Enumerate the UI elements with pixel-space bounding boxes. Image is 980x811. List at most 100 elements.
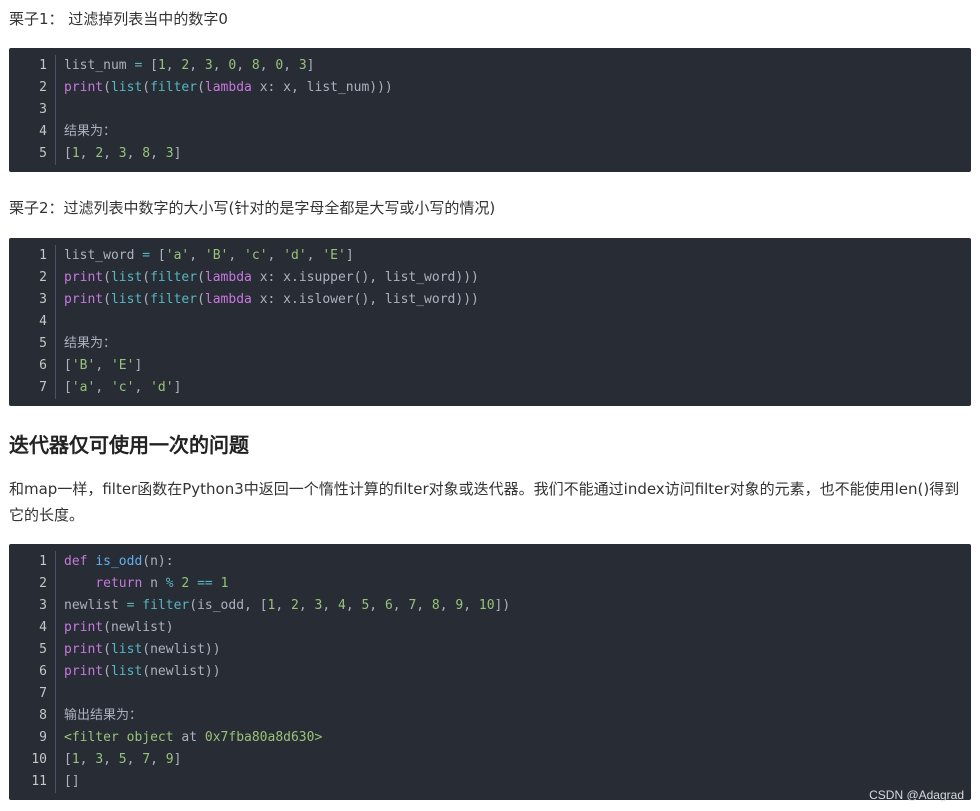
code-token: 'E'	[110, 358, 135, 373]
code-line: 3 newlist = filter(is_odd, [1, 2, 3, 4, 5…	[9, 595, 971, 617]
line-number: 7	[9, 683, 56, 705]
line-number: 5	[9, 639, 56, 661]
code-text: print(list(newlist))	[56, 661, 221, 683]
code-token: 10	[478, 598, 495, 613]
code-line: 7 ['a', 'c', 'd']	[9, 377, 971, 399]
code-token: list_num	[64, 58, 135, 73]
line-number: 8	[9, 705, 56, 727]
code-token: 'c'	[244, 248, 268, 263]
code-token: ,	[275, 598, 292, 613]
code-line: 4 结果为：	[9, 121, 971, 143]
code-token: ,	[298, 598, 315, 613]
code-token: (newlist)	[103, 620, 174, 635]
code-token: (	[197, 80, 205, 95]
code-token: print	[64, 270, 104, 285]
code-line: 4	[9, 311, 971, 333]
code-block-example2: 1 list_word = ['a', 'B', 'c', 'd', 'E'] 2 p…	[9, 238, 971, 406]
code-line: 1 list_num = [1, 2, 3, 0, 8, 0, 3]	[9, 55, 971, 77]
code-token: <filter object	[64, 730, 182, 745]
code-token: ]	[173, 146, 182, 161]
code-text: print(newlist)	[56, 617, 174, 639]
line-number: 3	[9, 595, 56, 617]
code-token: ,	[189, 58, 205, 73]
code-text: list_word = ['a', 'B', 'c', 'd', 'E']	[56, 245, 354, 267]
code-text: ['B', 'E']	[56, 355, 142, 377]
code-line: 10 [1, 3, 5, 7, 9]	[9, 749, 971, 771]
code-token: 7	[142, 752, 151, 767]
code-token: (	[197, 270, 205, 285]
code-token: 结果为：	[64, 124, 117, 139]
code-token: ,	[463, 598, 479, 613]
code-token: [	[150, 248, 166, 263]
code-line: 8 输出结果为：	[9, 705, 971, 727]
code-token: ,	[150, 752, 166, 767]
code-token: n	[142, 576, 166, 591]
code-token: 6	[384, 598, 393, 613]
line-number: 1	[9, 55, 56, 77]
code-token: 5	[118, 752, 127, 767]
line-number: 6	[9, 355, 56, 377]
code-token: (	[103, 270, 111, 285]
code-token: 3	[204, 58, 213, 73]
code-token: (	[142, 270, 151, 285]
line-number: 4	[9, 617, 56, 639]
code-token: ,	[439, 598, 456, 613]
code-token: list	[110, 642, 143, 657]
code-token: ,	[103, 752, 119, 767]
code-token: %	[165, 576, 174, 591]
code-token: def	[64, 554, 88, 569]
code-token: [	[64, 380, 72, 395]
code-token: 'a'	[165, 248, 190, 263]
code-text: print(list(filter(lambda x: x, list_num)…	[56, 77, 393, 99]
code-line: 5 print(list(newlist))	[9, 639, 971, 661]
code-token: ,	[134, 380, 151, 395]
line-number: 2	[9, 77, 56, 99]
code-token: ]	[345, 248, 354, 263]
code-token: lambda	[204, 270, 252, 285]
line-number: 3	[9, 99, 56, 121]
code-token: (	[103, 80, 111, 95]
line-number: 3	[9, 289, 56, 311]
section-heading: 迭代器仅可使用一次的问题	[9, 433, 249, 457]
code-token: print	[64, 292, 104, 307]
code-token: ]	[173, 752, 182, 767]
code-token: (	[103, 292, 111, 307]
code-token: 3	[165, 146, 174, 161]
code-token: 1	[157, 58, 166, 73]
code-token: return	[95, 576, 143, 591]
code-line: 9 <filter object at 0x7fba80a8d630>	[9, 727, 971, 749]
example1-title: 栗子1： 过滤掉列表当中的数字0	[9, 10, 228, 28]
code-text: return n % 2 == 1	[56, 573, 228, 595]
code-token: [	[64, 752, 72, 767]
example2-title: 栗子2：过滤列表中数字的大小写(针对的是字母全都是大写或小写的情况)	[9, 199, 496, 217]
line-number: 5	[9, 143, 56, 165]
line-number: 1	[9, 245, 56, 267]
line-number: 2	[9, 573, 56, 595]
code-token: (newlist))	[142, 664, 221, 679]
code-token: filter	[150, 292, 198, 307]
code-token: ,	[103, 146, 119, 161]
code-token: print	[64, 642, 104, 657]
code-token: ,	[150, 146, 166, 161]
code-text: []	[56, 771, 80, 793]
code-block-example3: 1 def is_odd(n): 2 return n % 2 == 1 3 newli…	[9, 544, 971, 800]
section-paragraph: 和map一样，filter函数在Python3中返回一个惰性计算的filter对…	[9, 480, 960, 524]
code-token: 'd'	[150, 380, 174, 395]
code-token: ]	[134, 358, 143, 373]
code-line: 5 [1, 2, 3, 8, 3]	[9, 143, 971, 165]
code-token: ,	[259, 58, 276, 73]
code-token: ,	[126, 146, 143, 161]
code-token: ,	[236, 58, 252, 73]
code-token: ,	[79, 752, 96, 767]
code-token: 8	[431, 598, 440, 613]
code-text: print(list(filter(lambda x: x.islower(),…	[56, 289, 479, 311]
code-line: 4 print(newlist)	[9, 617, 971, 639]
code-line: 7	[9, 683, 971, 705]
code-token: 8	[251, 58, 260, 73]
line-number: 1	[9, 551, 56, 573]
code-line: 5 结果为：	[9, 333, 971, 355]
code-token: (newlist))	[142, 642, 221, 657]
code-token: ,	[416, 598, 432, 613]
